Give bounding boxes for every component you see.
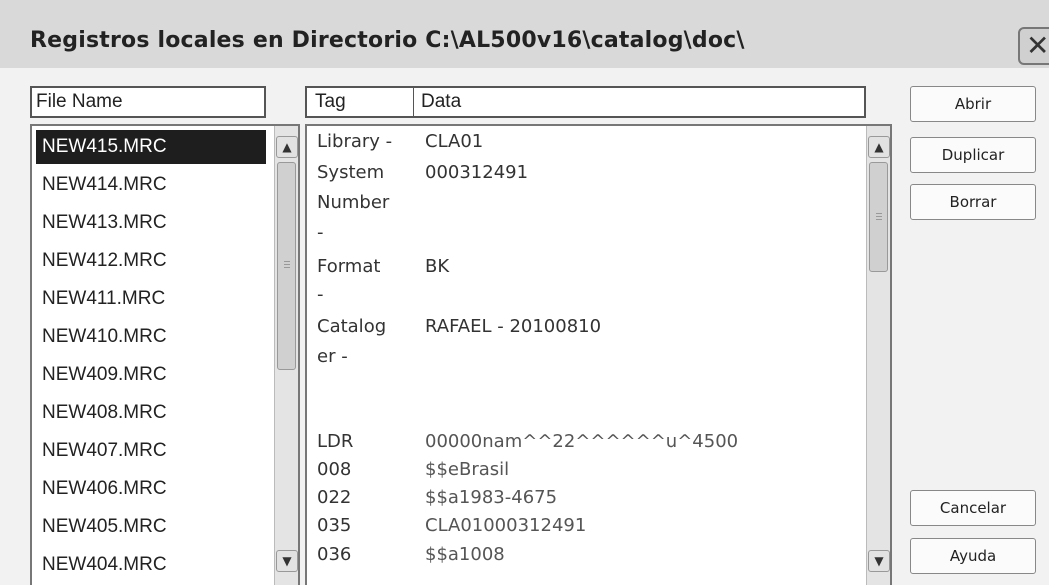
field-tag: 008 xyxy=(317,459,352,480)
scroll-up-button[interactable]: ▲ xyxy=(276,136,298,158)
file-list-item[interactable]: NEW415.MRC xyxy=(36,130,266,164)
file-list-item[interactable]: NEW410.MRC xyxy=(36,320,266,354)
file-list-item[interactable]: NEW414.MRC xyxy=(36,168,266,202)
file-list-item[interactable]: NEW404.MRC xyxy=(36,548,266,582)
scroll-thumb[interactable] xyxy=(869,162,888,272)
format-value: BK xyxy=(425,256,450,277)
scroll-thumb[interactable] xyxy=(277,162,296,370)
field-tag: 036 xyxy=(317,544,352,565)
title-bar: Registros locales en Directorio C:\AL500… xyxy=(0,0,1049,68)
field-tag: 035 xyxy=(317,515,352,536)
tag-label: Format xyxy=(317,256,381,277)
field-tag: 022 xyxy=(317,487,352,508)
chevron-up-icon: ▲ xyxy=(282,140,292,154)
field-data: $$a1983-4675 xyxy=(425,487,558,508)
tag-label: - xyxy=(317,284,324,305)
file-list-item[interactable]: NEW408.MRC xyxy=(36,396,266,430)
record-data-panel[interactable]: Library - CLA01 System 000312491 Number … xyxy=(305,124,892,585)
tag-label: er - xyxy=(317,346,348,367)
file-list-item[interactable]: NEW406.MRC xyxy=(36,472,266,506)
field-tag: LDR xyxy=(317,431,354,452)
scroll-up-button[interactable]: ▲ xyxy=(868,136,890,158)
cancel-button[interactable]: Cancelar xyxy=(910,490,1036,526)
duplicate-button[interactable]: Duplicar xyxy=(910,137,1036,173)
library-value: CLA01 xyxy=(425,131,484,152)
field-data: 00000nam^^22^^^^^^u^4500 xyxy=(425,431,739,452)
file-list-item[interactable]: NEW413.MRC xyxy=(36,206,266,240)
file-list-item[interactable]: NEW407.MRC xyxy=(36,434,266,468)
chevron-down-icon: ▼ xyxy=(282,554,292,568)
chevron-down-icon: ▼ xyxy=(874,554,884,568)
file-list-item[interactable]: NEW405.MRC xyxy=(36,510,266,544)
scroll-down-button[interactable]: ▼ xyxy=(276,550,298,572)
cataloger-value: RAFAEL - 20100810 xyxy=(425,316,602,337)
dialog-window: Registros locales en Directorio C:\AL500… xyxy=(0,0,1049,585)
file-list-item[interactable]: NEW412.MRC xyxy=(36,244,266,278)
close-icon: ✕ xyxy=(1026,29,1049,62)
chevron-up-icon: ▲ xyxy=(874,140,884,154)
data-column-header[interactable]: Data xyxy=(421,91,461,113)
field-data: $$eBrasil xyxy=(425,459,510,480)
system-number-value: 000312491 xyxy=(425,162,529,183)
file-list-item[interactable]: NEW411.MRC xyxy=(36,282,266,316)
file-name-column-header[interactable]: File Name xyxy=(30,86,266,118)
tag-label: Number xyxy=(317,192,390,213)
tag-column-header[interactable]: Tag xyxy=(315,91,346,113)
file-name-header-label: File Name xyxy=(36,91,123,112)
record-scrollbar[interactable]: ▲ ▼ xyxy=(866,126,890,585)
close-button[interactable]: ✕ xyxy=(1018,27,1049,65)
tag-label: System xyxy=(317,162,385,183)
delete-button[interactable]: Borrar xyxy=(910,184,1036,220)
open-button[interactable]: Abrir xyxy=(910,86,1036,122)
tag-label: Catalog xyxy=(317,316,387,337)
file-list[interactable]: NEW415.MRC NEW414.MRC NEW413.MRC NEW412.… xyxy=(30,124,300,585)
file-list-item[interactable]: NEW409.MRC xyxy=(36,358,266,392)
tag-label: - xyxy=(317,222,324,243)
field-data: $$a1008 xyxy=(425,544,505,565)
column-divider[interactable] xyxy=(413,88,414,116)
file-list-scrollbar[interactable]: ▲ ▼ xyxy=(274,126,298,585)
field-data: CLA01000312491 xyxy=(425,515,587,536)
window-title: Registros locales en Directorio C:\AL500… xyxy=(30,28,745,53)
tag-data-header: Tag Data xyxy=(305,86,866,118)
help-button[interactable]: Ayuda xyxy=(910,538,1036,574)
tag-label: Library - xyxy=(317,131,393,152)
scroll-down-button[interactable]: ▼ xyxy=(868,550,890,572)
